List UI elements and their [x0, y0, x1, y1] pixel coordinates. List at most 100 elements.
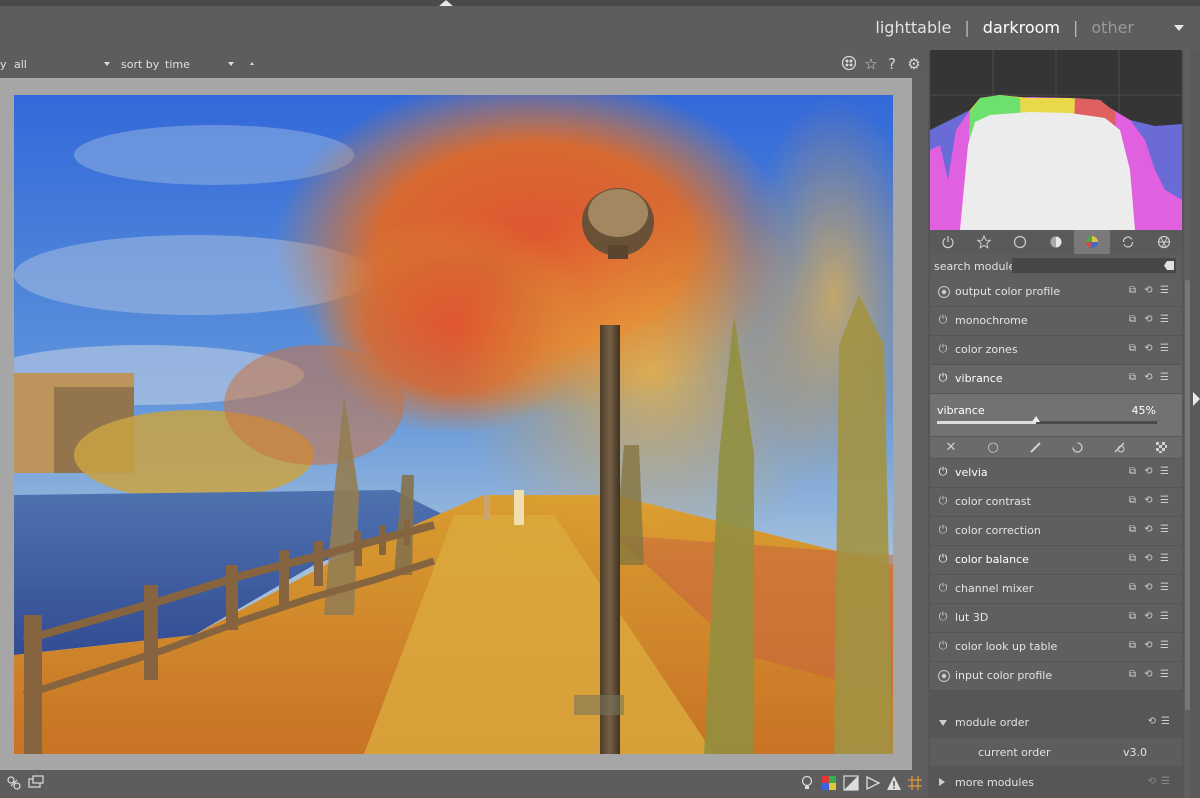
reset-icon[interactable]: ⟲ — [1148, 716, 1156, 727]
view-darkroom[interactable]: darkroom — [983, 18, 1060, 37]
module-monochrome[interactable]: ⏻ monochrome ⧉ ⟲ ☰ — [930, 307, 1182, 336]
presets-menu-icon[interactable]: ☰ — [1161, 776, 1170, 787]
blend-off-tab[interactable]: ✕ — [930, 437, 972, 458]
sort-dropdown-icon[interactable] — [228, 62, 234, 66]
color-assessment-icon[interactable] — [820, 775, 838, 793]
multi-instance-icon[interactable]: ⧉ — [1127, 524, 1138, 535]
blend-drawn-parametric-tab[interactable] — [1098, 437, 1140, 458]
blend-raster-mask-tab[interactable] — [1140, 437, 1182, 458]
search-module-input[interactable] — [1012, 258, 1176, 273]
multi-instance-icon[interactable]: ⧉ — [1127, 553, 1138, 564]
multi-instance-icon[interactable]: ⧉ — [1127, 285, 1138, 296]
gear-icon[interactable]: ⚙ — [905, 55, 923, 73]
color-labels-icon[interactable] — [840, 55, 858, 73]
multi-instance-icon[interactable]: ⧉ — [1127, 372, 1138, 383]
view-other[interactable]: other — [1091, 18, 1134, 37]
module-color-look-up-table[interactable]: ⏻ color look up table ⧉ ⟲ ☰ — [930, 633, 1182, 662]
module-power-icon[interactable]: ⏻ — [937, 553, 949, 565]
reset-icon[interactable]: ⟲ — [1148, 776, 1156, 787]
reset-icon[interactable]: ⟲ — [1143, 611, 1154, 622]
vibrance-slider[interactable] — [937, 416, 1157, 424]
multi-instance-icon[interactable]: ⧉ — [1127, 495, 1138, 506]
group-tab-basic[interactable] — [1002, 230, 1038, 254]
histogram[interactable] — [930, 50, 1182, 230]
group-tab-active-modules[interactable] — [930, 230, 966, 254]
multi-instance-icon[interactable]: ⧉ — [1127, 314, 1138, 325]
blend-drawn-mask-tab[interactable] — [1014, 437, 1056, 458]
module-power-icon[interactable]: ⏻ — [937, 372, 949, 384]
module-preset-icon[interactable] — [938, 670, 950, 682]
second-window-icon[interactable] — [27, 775, 45, 793]
reset-icon[interactable]: ⟲ — [1143, 495, 1154, 506]
module-output-color-profile[interactable]: output color profile ⧉ ⟲ ☰ — [930, 278, 1182, 307]
module-lut-3d[interactable]: ⏻ lut 3D ⧉ ⟲ ☰ — [930, 604, 1182, 633]
blend-parametric-mask-tab[interactable] — [1056, 437, 1098, 458]
group-tab-color[interactable] — [1074, 230, 1110, 254]
multi-instance-icon[interactable]: ⧉ — [1127, 640, 1138, 651]
reset-icon[interactable]: ⟲ — [1143, 372, 1154, 383]
module-power-icon[interactable]: ⏻ — [937, 495, 949, 507]
group-tab-effect[interactable] — [1146, 230, 1182, 254]
group-tab-favorites[interactable] — [966, 230, 1002, 254]
module-color-zones[interactable]: ⏻ color zones ⧉ ⟲ ☰ — [930, 336, 1182, 365]
sort-combobox[interactable]: time — [165, 58, 190, 71]
module-power-icon[interactable]: ⏻ — [937, 343, 949, 355]
reset-icon[interactable]: ⟲ — [1143, 582, 1154, 593]
star-icon[interactable]: ☆ — [862, 55, 880, 73]
presets-menu-icon[interactable]: ☰ — [1159, 314, 1170, 325]
multi-instance-icon[interactable]: ⧉ — [1127, 669, 1138, 680]
softproof-icon[interactable] — [864, 775, 882, 793]
module-vibrance[interactable]: ⏻ vibrance ⧉ ⟲ ☰ — [930, 365, 1182, 394]
help-icon[interactable]: ? — [883, 55, 901, 73]
presets-menu-icon[interactable]: ☰ — [1159, 285, 1170, 296]
module-channel-mixer[interactable]: ⏻ channel mixer ⧉ ⟲ ☰ — [930, 575, 1182, 604]
multi-instance-icon[interactable]: ⧉ — [1127, 582, 1138, 593]
styles-icon[interactable] — [5, 775, 23, 793]
module-power-icon[interactable]: ⏻ — [937, 582, 949, 594]
module-color-balance[interactable]: ⏻ color balance ⧉ ⟲ ☰ — [930, 546, 1182, 575]
presets-menu-icon[interactable]: ☰ — [1159, 466, 1170, 477]
view-lighttable[interactable]: lighttable — [875, 18, 951, 37]
sort-order-icon[interactable] — [250, 62, 254, 65]
presets-menu-icon[interactable]: ☰ — [1161, 716, 1170, 727]
reset-icon[interactable]: ⟲ — [1143, 640, 1154, 651]
presets-menu-icon[interactable]: ☰ — [1159, 343, 1170, 354]
module-power-icon[interactable]: ⏻ — [937, 314, 949, 326]
presets-menu-icon[interactable]: ☰ — [1159, 669, 1170, 680]
blend-uniform-tab[interactable]: ○ — [972, 437, 1014, 458]
module-power-icon[interactable]: ⏻ — [937, 640, 949, 652]
group-tab-tone[interactable] — [1038, 230, 1074, 254]
vibrance-slider-handle[interactable] — [1032, 416, 1040, 422]
presets-menu-icon[interactable]: ☰ — [1159, 495, 1170, 506]
more-modules-header[interactable]: more modules ⟲ ☰ — [930, 770, 1182, 796]
multi-instance-icon[interactable]: ⧉ — [1127, 343, 1138, 354]
photo-preview[interactable] — [14, 95, 893, 754]
module-color-correction[interactable]: ⏻ color correction ⧉ ⟲ ☰ — [930, 517, 1182, 546]
module-power-icon[interactable]: ⏻ — [937, 611, 949, 623]
presets-menu-icon[interactable]: ☰ — [1159, 582, 1170, 593]
presets-menu-icon[interactable]: ☰ — [1159, 611, 1170, 622]
reset-icon[interactable]: ⟲ — [1143, 524, 1154, 535]
module-preset-icon[interactable] — [938, 286, 950, 298]
presets-menu-icon[interactable]: ☰ — [1159, 553, 1170, 564]
collapse-right-panel-arrow-icon[interactable] — [1193, 392, 1200, 406]
reset-icon[interactable]: ⟲ — [1143, 466, 1154, 477]
reset-icon[interactable]: ⟲ — [1143, 669, 1154, 680]
filter-dropdown-icon[interactable] — [104, 62, 110, 66]
lightbulb-icon[interactable] — [798, 775, 816, 793]
reset-icon[interactable]: ⟲ — [1143, 343, 1154, 354]
raw-overexposed-icon[interactable] — [842, 775, 860, 793]
views-dropdown-icon[interactable] — [1174, 24, 1184, 31]
module-input-color-profile[interactable]: input color profile ⧉ ⟲ ☰ — [930, 662, 1182, 691]
module-order-header[interactable]: module order ⟲ ☰ — [930, 710, 1182, 736]
presets-menu-icon[interactable]: ☰ — [1159, 524, 1170, 535]
module-velvia[interactable]: ⏻ velvia ⧉ ⟲ ☰ — [930, 459, 1182, 488]
module-power-icon[interactable]: ⏻ — [937, 466, 949, 478]
guides-icon[interactable] — [906, 775, 924, 793]
multi-instance-icon[interactable]: ⧉ — [1127, 611, 1138, 622]
presets-menu-icon[interactable]: ☰ — [1159, 640, 1170, 651]
reset-icon[interactable]: ⟲ — [1143, 285, 1154, 296]
module-color-contrast[interactable]: ⏻ color contrast ⧉ ⟲ ☰ — [930, 488, 1182, 517]
filter-combobox[interactable]: all — [14, 58, 27, 71]
multi-instance-icon[interactable]: ⧉ — [1127, 466, 1138, 477]
